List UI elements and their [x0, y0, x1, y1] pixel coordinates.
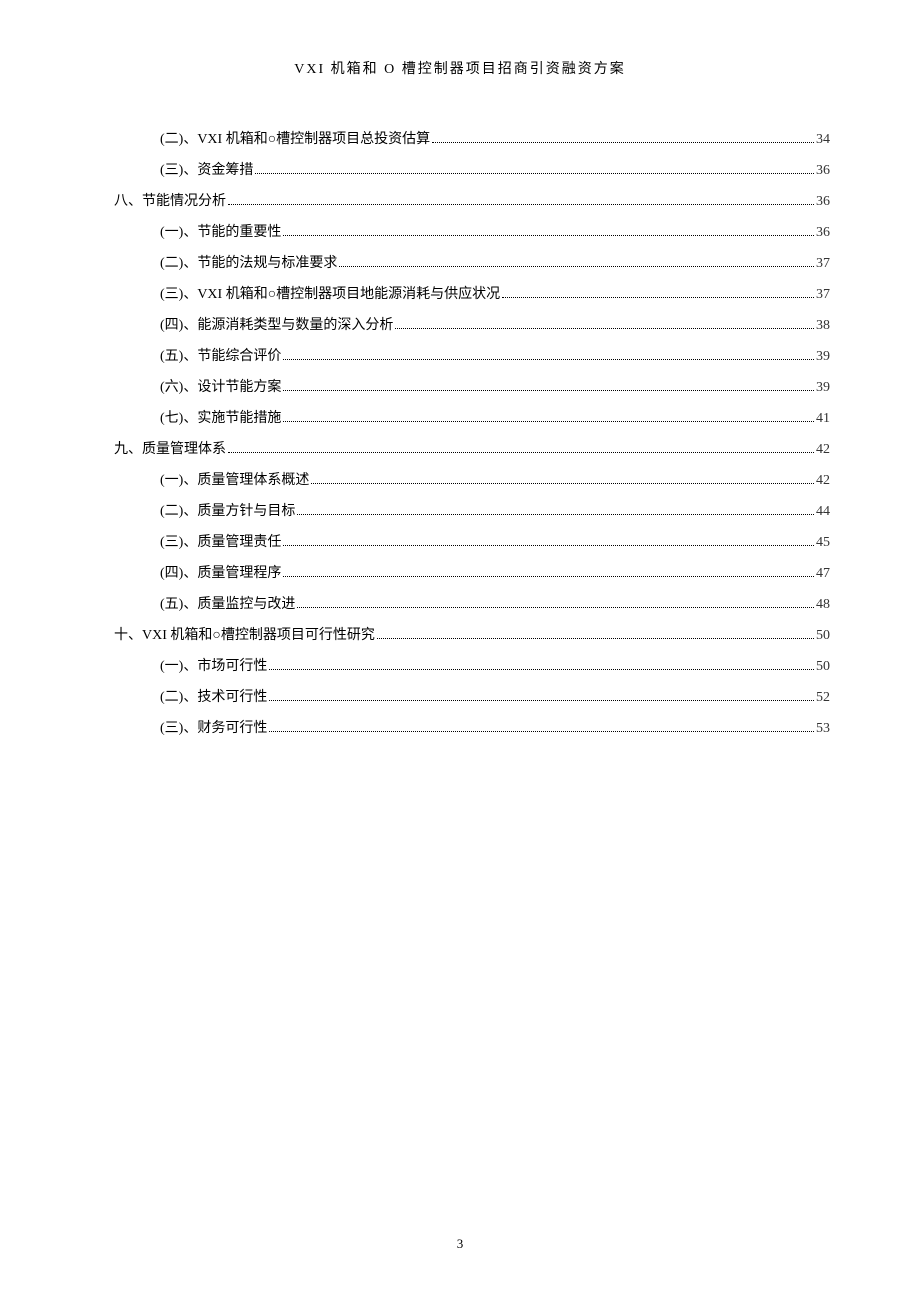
page-number: 3 [457, 1236, 464, 1251]
toc-entry-label: (二)、质量方针与目标 [160, 500, 295, 520]
toc-entry-page: 38 [816, 318, 830, 334]
toc-leader-dots [297, 607, 814, 608]
toc-entry-label: (三)、VXI 机箱和○槽控制器项目地能源消耗与供应状况 [160, 283, 500, 303]
toc-entry-page: 34 [816, 132, 830, 148]
toc-entry: 十、VXI 机箱和○槽控制器项目可行性研究 50 [90, 624, 830, 644]
toc-leader-dots [255, 173, 814, 174]
toc-entry: (五)、节能综合评价 39 [90, 345, 830, 365]
toc-entry-label: (四)、能源消耗类型与数量的深入分析 [160, 314, 393, 334]
toc-entry-page: 53 [816, 721, 830, 737]
toc-entry-label: (三)、质量管理责任 [160, 531, 281, 551]
toc-entry-page: 42 [816, 442, 830, 458]
toc-entry-label: (五)、节能综合评价 [160, 345, 281, 365]
toc-entry-label: 十、VXI 机箱和○槽控制器项目可行性研究 [114, 624, 375, 644]
toc-leader-dots [283, 576, 814, 577]
toc-entry-label: (二)、节能的法规与标准要求 [160, 252, 337, 272]
page-header: VXI 机箱和 O 槽控制器项目招商引资融资方案 [0, 0, 920, 78]
toc-entry: (三)、质量管理责任 45 [90, 531, 830, 551]
toc-leader-dots [311, 483, 814, 484]
toc-entry: (一)、市场可行性 50 [90, 655, 830, 675]
toc-entry: (三)、VXI 机箱和○槽控制器项目地能源消耗与供应状况 37 [90, 283, 830, 303]
toc-leader-dots [228, 452, 814, 453]
toc-entry-page: 50 [816, 659, 830, 675]
toc-entry-label: (五)、质量监控与改进 [160, 593, 295, 613]
toc-entry: (一)、节能的重要性 36 [90, 221, 830, 241]
toc-leader-dots [283, 390, 814, 391]
toc-leader-dots [269, 669, 814, 670]
page-footer: 3 [0, 1236, 920, 1252]
toc-entry: (四)、质量管理程序 47 [90, 562, 830, 582]
toc-entry-label: (四)、质量管理程序 [160, 562, 281, 582]
toc-entry-page: 36 [816, 194, 830, 210]
toc-entry: (一)、质量管理体系概述 42 [90, 469, 830, 489]
toc-leader-dots [283, 421, 814, 422]
toc-entry-label: (一)、市场可行性 [160, 655, 267, 675]
toc-entry-label: (一)、质量管理体系概述 [160, 469, 309, 489]
toc-entry-label: (三)、资金筹措 [160, 159, 253, 179]
toc-entry: (四)、能源消耗类型与数量的深入分析 38 [90, 314, 830, 334]
toc-entry: (二)、VXI 机箱和○槽控制器项目总投资估算 34 [90, 128, 830, 148]
toc-leader-dots [502, 297, 814, 298]
toc-entry: (五)、质量监控与改进 48 [90, 593, 830, 613]
toc-entry: (七)、实施节能措施 41 [90, 407, 830, 427]
toc-entry-page: 47 [816, 566, 830, 582]
toc-entry-label: 八、节能情况分析 [114, 190, 226, 210]
toc-entry-page: 50 [816, 628, 830, 644]
header-title: VXI 机箱和 O 槽控制器项目招商引资融资方案 [294, 62, 626, 77]
toc-leader-dots [297, 514, 814, 515]
toc-entry-page: 52 [816, 690, 830, 706]
toc-entry-page: 44 [816, 504, 830, 520]
toc-entry-page: 39 [816, 380, 830, 396]
toc-entry-page: 36 [816, 225, 830, 241]
toc-entry-page: 48 [816, 597, 830, 613]
toc-entry-page: 45 [816, 535, 830, 551]
toc-entry: (三)、财务可行性 53 [90, 717, 830, 737]
toc-leader-dots [377, 638, 814, 639]
table-of-contents: (二)、VXI 机箱和○槽控制器项目总投资估算34(三)、资金筹措36八、节能情… [0, 78, 920, 737]
toc-entry-label: 九、质量管理体系 [114, 438, 226, 458]
toc-entry: (二)、节能的法规与标准要求 37 [90, 252, 830, 272]
toc-leader-dots [395, 328, 814, 329]
toc-entry: 九、质量管理体系 42 [90, 438, 830, 458]
toc-entry-page: 39 [816, 349, 830, 365]
toc-leader-dots [228, 204, 814, 205]
toc-entry: (三)、资金筹措 36 [90, 159, 830, 179]
toc-entry-label: (二)、VXI 机箱和○槽控制器项目总投资估算 [160, 128, 430, 148]
toc-leader-dots [283, 235, 814, 236]
toc-entry: (二)、质量方针与目标 44 [90, 500, 830, 520]
toc-entry-page: 36 [816, 163, 830, 179]
toc-entry-label: (六)、设计节能方案 [160, 376, 281, 396]
toc-entry-label: (二)、技术可行性 [160, 686, 267, 706]
toc-entry-page: 41 [816, 411, 830, 427]
toc-entry: (二)、技术可行性 52 [90, 686, 830, 706]
toc-entry-label: (一)、节能的重要性 [160, 221, 281, 241]
toc-entry-page: 37 [816, 287, 830, 303]
toc-entry-label: (七)、实施节能措施 [160, 407, 281, 427]
toc-entry-page: 42 [816, 473, 830, 489]
toc-leader-dots [269, 700, 814, 701]
toc-entry: (六)、设计节能方案 39 [90, 376, 830, 396]
toc-entry-label: (三)、财务可行性 [160, 717, 267, 737]
toc-entry: 八、节能情况分析 36 [90, 190, 830, 210]
toc-leader-dots [339, 266, 814, 267]
toc-leader-dots [283, 545, 814, 546]
toc-entry-page: 37 [816, 256, 830, 272]
toc-leader-dots [283, 359, 814, 360]
toc-leader-dots [269, 731, 814, 732]
toc-leader-dots [432, 142, 814, 143]
